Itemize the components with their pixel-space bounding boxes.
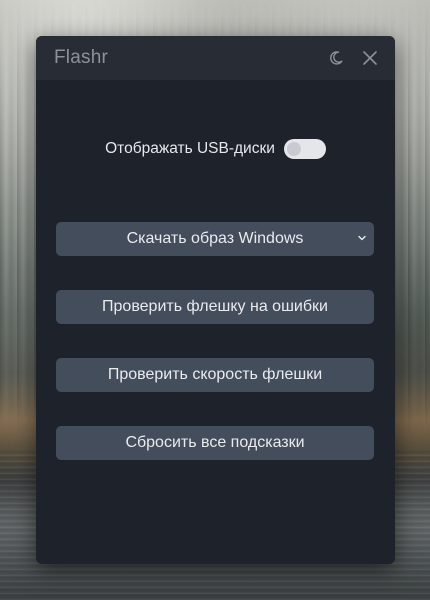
download-windows-select[interactable]: Скачать образ Windows (56, 222, 374, 256)
reset-hints-button[interactable]: Сбросить все подсказки (56, 426, 374, 460)
check-speed-label: Проверить скорость флешки (107, 366, 323, 383)
moon-icon (330, 51, 343, 65)
check-speed-button[interactable]: Проверить скорость флешки (56, 358, 374, 392)
theme-toggle-button[interactable] (323, 45, 349, 71)
titlebar[interactable]: Flashr (36, 36, 395, 80)
app-title: Flashr (54, 47, 108, 68)
switch-knob (286, 142, 301, 156)
check-errors-button[interactable]: Проверить флешку на ошибки (56, 290, 374, 324)
reset-hints-label: Сбросить все подсказки (125, 434, 305, 451)
download-windows-label: Скачать образ Windows (126, 230, 304, 247)
chevron-down-icon (356, 232, 368, 244)
show-usb-switch[interactable] (283, 139, 326, 159)
close-button[interactable] (357, 45, 383, 71)
check-errors-label: Проверить флешку на ошибки (102, 298, 328, 315)
app-window: Flashr Отображать USB-диски Скачать обра… (36, 36, 395, 564)
close-icon (363, 51, 377, 65)
usb-toggle-row: Отображать USB-диски (36, 137, 395, 161)
show-usb-label: Отображать USB-диски (105, 140, 275, 157)
